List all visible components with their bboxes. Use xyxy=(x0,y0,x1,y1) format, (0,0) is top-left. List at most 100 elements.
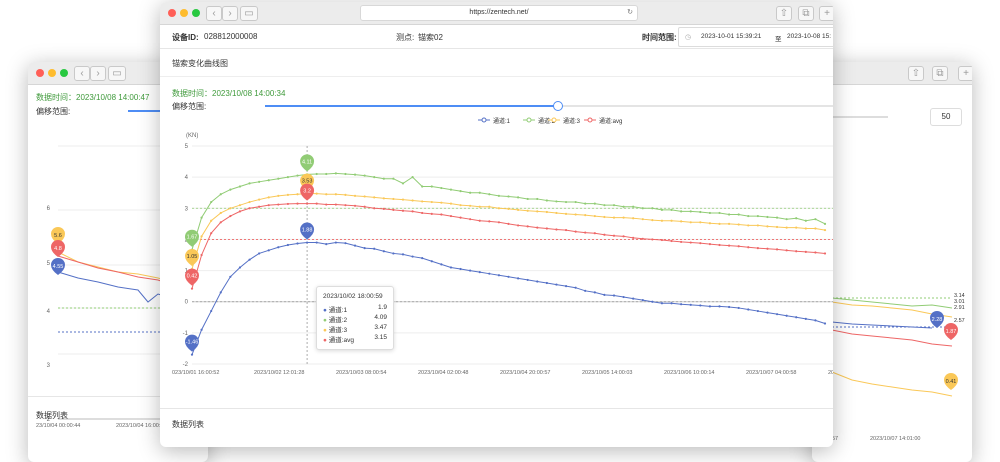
data-point xyxy=(305,241,309,244)
data-point xyxy=(334,241,337,244)
data-point xyxy=(555,200,558,203)
forward-icon[interactable]: › xyxy=(90,66,106,81)
data-point xyxy=(219,211,222,215)
close-dot-icon[interactable] xyxy=(168,9,176,17)
data-point xyxy=(315,202,318,205)
data-point xyxy=(584,231,587,234)
value-pin: 1.88 xyxy=(300,222,315,240)
data-point xyxy=(488,193,491,196)
sidebar-icon[interactable]: ▭ xyxy=(240,6,258,21)
close-dot-icon[interactable] xyxy=(36,69,44,77)
share-icon[interactable]: ⇧ xyxy=(776,6,792,21)
tabs-icon[interactable]: ⧉ xyxy=(932,66,948,81)
data-point xyxy=(363,205,366,208)
data-point xyxy=(603,293,606,296)
data-point xyxy=(382,177,385,180)
svg-text:1.87: 1.87 xyxy=(946,329,957,335)
data-point xyxy=(756,214,759,218)
data-point xyxy=(622,235,625,238)
x-tick-label: 20 xyxy=(828,370,833,376)
svg-text:2.28: 2.28 xyxy=(932,317,943,323)
data-point xyxy=(296,174,299,177)
data-point xyxy=(622,205,625,208)
data-point xyxy=(708,222,712,225)
data-point xyxy=(795,250,798,253)
data-point xyxy=(305,202,309,205)
data-point xyxy=(411,210,414,213)
data-point xyxy=(488,205,491,208)
anchor-force-chart: 通道:1 通道:2 通道:3 通道:avg (KN) -2-1012345 -1… xyxy=(172,117,833,376)
data-point xyxy=(747,224,750,227)
forward-icon[interactable]: › xyxy=(222,6,238,21)
maximize-dot-icon[interactable] xyxy=(192,9,200,17)
point-value: 锚索02 xyxy=(418,33,443,42)
data-point xyxy=(651,300,654,303)
data-point xyxy=(440,186,443,190)
data-point xyxy=(756,247,759,250)
back-icon[interactable]: ‹ xyxy=(74,66,90,81)
data-point xyxy=(469,191,472,194)
data-point xyxy=(708,243,712,246)
offset-slider-handle[interactable] xyxy=(553,101,563,111)
y-tick-label: 0 xyxy=(185,300,189,306)
legend-item[interactable]: 通道:2 xyxy=(523,117,556,125)
x-tick-label: 2023/10/04 02:00:48 xyxy=(418,370,468,376)
date-range-picker[interactable]: ◷ 2023-10-01 15:39:21 至 2023-10-08 15: xyxy=(678,27,833,47)
data-point xyxy=(190,287,194,290)
data-point xyxy=(584,202,587,205)
offset-slider-track[interactable] xyxy=(265,101,833,111)
data-point xyxy=(229,207,232,210)
left-ytick: 5 xyxy=(47,261,51,267)
x-tick-label: 023/10/01 16:00:52 xyxy=(172,370,219,376)
data-point xyxy=(430,200,433,204)
data-point xyxy=(795,316,798,319)
new-tab-icon[interactable]: + xyxy=(819,6,833,21)
data-point xyxy=(814,218,817,221)
minimize-dot-icon[interactable] xyxy=(48,69,56,77)
data-point xyxy=(469,204,472,207)
data-point xyxy=(727,222,731,225)
data-time: 数据时间：2023/10/08 14:00:34 xyxy=(172,89,286,98)
data-point xyxy=(641,218,644,221)
data-point xyxy=(344,172,347,176)
maximize-dot-icon[interactable] xyxy=(60,69,68,77)
data-point xyxy=(536,210,539,213)
sidebar-icon[interactable]: ▭ xyxy=(108,66,126,81)
data-point xyxy=(315,192,318,195)
data-point xyxy=(497,207,501,210)
minimize-dot-icon[interactable] xyxy=(180,9,188,17)
data-point xyxy=(737,306,740,310)
legend-item[interactable]: 通道:avg xyxy=(584,117,622,125)
data-point xyxy=(718,211,721,215)
data-point xyxy=(526,278,529,282)
back-icon[interactable]: ‹ xyxy=(206,6,222,21)
pin-label: 1.88 xyxy=(302,228,313,234)
data-point xyxy=(622,216,625,219)
left-xtick: 2023/10/04 16:00: xyxy=(116,423,161,429)
right-chart: 3.14 3.01 2.91 2.57 2.28 1.87 0.41 57 20… xyxy=(812,293,965,442)
left-ytick: 4 xyxy=(47,309,51,315)
data-point xyxy=(258,205,261,208)
data-point xyxy=(421,185,424,188)
data-point xyxy=(258,198,261,201)
share-icon[interactable]: ⇧ xyxy=(908,66,924,81)
data-point xyxy=(315,241,318,244)
new-tab-icon[interactable]: + xyxy=(958,66,972,81)
data-point xyxy=(612,294,616,297)
y-axis-unit: (KN) xyxy=(186,133,198,139)
right-offset-track[interactable] xyxy=(832,116,888,118)
address-bar[interactable]: https://zentech.net/ ↻ xyxy=(360,5,638,21)
reload-icon[interactable]: ↻ xyxy=(627,6,633,20)
data-point xyxy=(584,214,587,217)
device-id-value: 028812000008 xyxy=(204,32,258,41)
data-point xyxy=(795,217,798,220)
data-point xyxy=(545,210,548,214)
right-browser-window: ⇧ ⧉ + 50 3.14 3.01 2.91 2.57 2.28 1.87 0… xyxy=(812,62,972,462)
data-point xyxy=(766,247,769,250)
data-point xyxy=(718,305,721,308)
legend-item[interactable]: 通道:1 xyxy=(478,117,511,125)
data-point xyxy=(584,289,587,292)
data-point xyxy=(248,200,251,204)
data-point xyxy=(670,219,673,222)
tabs-icon[interactable]: ⧉ xyxy=(798,6,814,21)
